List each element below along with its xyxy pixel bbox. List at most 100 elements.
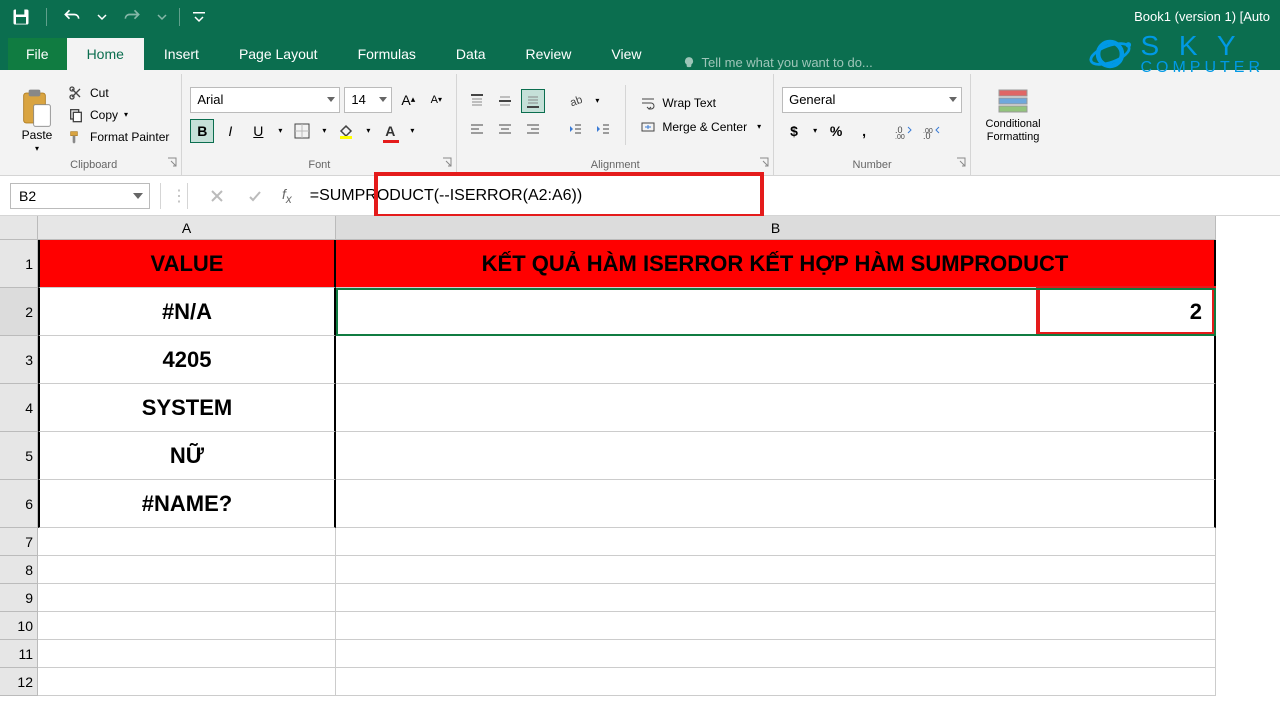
align-left-button[interactable]: [465, 117, 489, 141]
cut-button[interactable]: Cut: [64, 83, 173, 103]
tab-data[interactable]: Data: [436, 38, 506, 70]
redo-button[interactable]: [119, 4, 145, 30]
row-header-1[interactable]: 1: [0, 240, 38, 288]
underline-button[interactable]: U: [246, 119, 270, 143]
undo-dropdown[interactable]: [97, 4, 107, 30]
cell-A4[interactable]: SYSTEM: [38, 384, 336, 432]
wrap-text-button[interactable]: Wrap Text: [636, 93, 765, 113]
cell-A11[interactable]: [38, 640, 336, 668]
row-header-2[interactable]: 2: [0, 288, 38, 336]
undo-button[interactable]: [59, 4, 85, 30]
bold-button[interactable]: B: [190, 119, 214, 143]
tab-insert[interactable]: Insert: [144, 38, 219, 70]
orientation-button[interactable]: ab: [563, 89, 587, 113]
copy-button[interactable]: Copy ▾: [64, 105, 173, 125]
cell-B11[interactable]: [336, 640, 1216, 668]
percent-button[interactable]: %: [824, 119, 848, 143]
font-color-dropdown[interactable]: ▾: [406, 119, 418, 143]
cell-B4[interactable]: [336, 384, 1216, 432]
cancel-formula-button[interactable]: [204, 183, 230, 209]
font-color-button[interactable]: A: [378, 119, 402, 143]
cell-B2[interactable]: 2: [336, 288, 1216, 336]
align-right-button[interactable]: [521, 117, 545, 141]
paste-button[interactable]: Paste ▾: [14, 77, 60, 153]
enter-formula-button[interactable]: [242, 183, 268, 209]
number-format-combo[interactable]: General: [782, 87, 962, 113]
tab-view[interactable]: View: [591, 38, 661, 70]
formula-input[interactable]: [300, 183, 1280, 209]
fx-icon[interactable]: fx: [282, 186, 292, 206]
cell-B1[interactable]: KẾT QUẢ HÀM ISERROR KẾT HỢP HÀM SUMPRODU…: [336, 240, 1216, 288]
row-header-3[interactable]: 3: [0, 336, 38, 384]
dialog-launcher-icon[interactable]: [759, 157, 769, 170]
row-header-9[interactable]: 9: [0, 584, 38, 612]
cell-B10[interactable]: [336, 612, 1216, 640]
col-header-A[interactable]: A: [38, 216, 336, 240]
decrease-indent-button[interactable]: [563, 117, 587, 141]
row-header-8[interactable]: 8: [0, 556, 38, 584]
tab-home[interactable]: Home: [67, 38, 144, 70]
dialog-launcher-icon[interactable]: [956, 157, 966, 170]
redo-dropdown[interactable]: [157, 4, 167, 30]
italic-button[interactable]: I: [218, 119, 242, 143]
format-painter-button[interactable]: Format Painter: [64, 127, 173, 147]
borders-button[interactable]: [290, 119, 314, 143]
align-bottom-button[interactable]: [521, 89, 545, 113]
font-size-combo[interactable]: 14: [344, 87, 392, 113]
align-middle-button[interactable]: [493, 89, 517, 113]
align-top-button[interactable]: [465, 89, 489, 113]
row-header-7[interactable]: 7: [0, 528, 38, 556]
worksheet-grid[interactable]: A B 1 VALUE KẾT QUẢ HÀM ISERROR KẾT HỢP …: [0, 216, 1280, 720]
comma-button[interactable]: ,: [852, 119, 876, 143]
accounting-format-button[interactable]: $: [782, 119, 806, 143]
decrease-decimal-button[interactable]: .00.0: [920, 119, 944, 143]
increase-indent-button[interactable]: [591, 117, 615, 141]
row-header-12[interactable]: 12: [0, 668, 38, 696]
name-box[interactable]: B2: [10, 183, 150, 209]
fill-color-button[interactable]: [334, 119, 358, 143]
tab-file[interactable]: File: [8, 38, 67, 70]
dialog-launcher-icon[interactable]: [442, 157, 452, 170]
accounting-dropdown[interactable]: ▾: [810, 119, 820, 143]
cell-A12[interactable]: [38, 668, 336, 696]
tell-me-search[interactable]: Tell me what you want to do...: [682, 55, 873, 70]
qat-customize[interactable]: [192, 4, 206, 30]
cell-A1[interactable]: VALUE: [38, 240, 336, 288]
dialog-launcher-icon[interactable]: [167, 157, 177, 170]
cell-B12[interactable]: [336, 668, 1216, 696]
font-name-combo[interactable]: Arial: [190, 87, 340, 113]
cell-A2[interactable]: #N/A: [38, 288, 336, 336]
save-button[interactable]: [8, 4, 34, 30]
align-center-button[interactable]: [493, 117, 517, 141]
tab-page-layout[interactable]: Page Layout: [219, 38, 338, 70]
tab-formulas[interactable]: Formulas: [338, 38, 436, 70]
cell-B3[interactable]: [336, 336, 1216, 384]
cell-A6[interactable]: #NAME?: [38, 480, 336, 528]
cell-A3[interactable]: 4205: [38, 336, 336, 384]
cell-A7[interactable]: [38, 528, 336, 556]
increase-decimal-button[interactable]: .0.00: [892, 119, 916, 143]
cell-A8[interactable]: [38, 556, 336, 584]
row-header-11[interactable]: 11: [0, 640, 38, 668]
underline-dropdown[interactable]: ▾: [274, 119, 286, 143]
decrease-font-button[interactable]: A▾: [424, 88, 448, 112]
increase-font-button[interactable]: A▴: [396, 88, 420, 112]
row-header-5[interactable]: 5: [0, 432, 38, 480]
merge-center-button[interactable]: Merge & Center ▾: [636, 117, 765, 137]
col-header-B[interactable]: B: [336, 216, 1216, 240]
orientation-dropdown[interactable]: ▾: [591, 89, 603, 113]
borders-dropdown[interactable]: ▾: [318, 119, 330, 143]
cell-B5[interactable]: [336, 432, 1216, 480]
cell-A9[interactable]: [38, 584, 336, 612]
cell-B9[interactable]: [336, 584, 1216, 612]
fill-color-dropdown[interactable]: ▾: [362, 119, 374, 143]
row-header-4[interactable]: 4: [0, 384, 38, 432]
row-header-6[interactable]: 6: [0, 480, 38, 528]
cell-B8[interactable]: [336, 556, 1216, 584]
tab-review[interactable]: Review: [506, 38, 592, 70]
select-all-corner[interactable]: [0, 216, 38, 240]
cell-A5[interactable]: NỮ: [38, 432, 336, 480]
cell-B6[interactable]: [336, 480, 1216, 528]
cell-B7[interactable]: [336, 528, 1216, 556]
cell-A10[interactable]: [38, 612, 336, 640]
